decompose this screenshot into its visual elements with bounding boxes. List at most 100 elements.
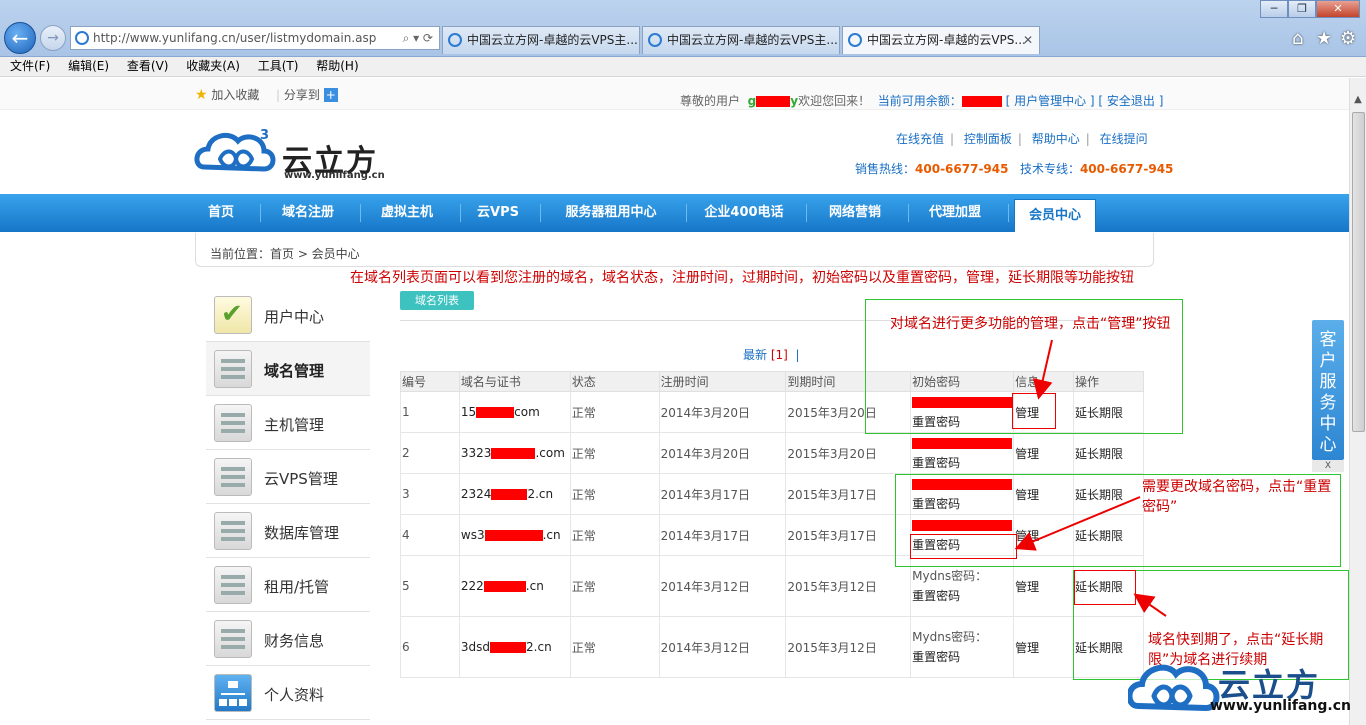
customer-service-label: 客户服务中心 bbox=[1319, 330, 1337, 455]
online-question-link[interactable]: 在线提问 bbox=[1100, 132, 1148, 146]
row-domain: 15 com bbox=[458, 391, 571, 433]
control-panel-link[interactable]: 控制面板 bbox=[964, 132, 1012, 146]
address-bar[interactable]: http://www.yunlifang.cn/user/listmydomai… bbox=[70, 26, 440, 50]
scroll-thumb[interactable] bbox=[1352, 112, 1365, 432]
browser-tab-3[interactable]: 中国云立方网-卓越的云VPS... ✕ bbox=[842, 26, 1040, 54]
browser-tab-2[interactable]: 中国云立方网-卓越的云VPS主... bbox=[642, 26, 840, 54]
pager-latest[interactable]: 最新 bbox=[743, 348, 767, 362]
balance-bracket: [ bbox=[1005, 94, 1011, 108]
manage-button[interactable]: 管理 bbox=[1013, 432, 1075, 474]
menu-view[interactable]: 查看(V) bbox=[127, 57, 169, 76]
user-center-link[interactable]: 用户管理中心 ] bbox=[1014, 94, 1095, 108]
menu-favorites[interactable]: 收藏夹(A) bbox=[186, 57, 240, 76]
menu-tools[interactable]: 工具(T) bbox=[258, 57, 299, 76]
welcome-text: 欢迎您回来！ bbox=[798, 94, 871, 108]
nav-online-marketing[interactable]: 网络营销 bbox=[808, 194, 902, 232]
favorites-star-icon[interactable]: ★ bbox=[1316, 28, 1332, 49]
row-exp-date: 2015年3月17日 bbox=[785, 514, 912, 556]
sidebar-item-vps-manage[interactable]: 云VPS管理 bbox=[206, 450, 370, 504]
add-favorite-label: 加入收藏 bbox=[211, 88, 260, 102]
customer-service-panel[interactable]: 客户服务中心 X bbox=[1312, 320, 1344, 472]
extend-term-button[interactable]: 延长期限 bbox=[1073, 432, 1144, 474]
tab-domain-list[interactable]: 域名列表 bbox=[400, 291, 474, 310]
maximize-button[interactable]: ❐ bbox=[1288, 0, 1316, 18]
menu-edit[interactable]: 编辑(E) bbox=[68, 57, 109, 76]
manage-button[interactable]: 管理 bbox=[1013, 616, 1075, 678]
reset-password-button[interactable]: 重置密码 bbox=[912, 586, 1013, 606]
nav-home[interactable]: 首页 bbox=[196, 194, 246, 232]
logout-link[interactable]: [ 安全退出 ] bbox=[1098, 94, 1163, 108]
reset-password-button[interactable]: 重置密码 bbox=[912, 647, 1013, 667]
nav-virtual-host[interactable]: 虚拟主机 bbox=[362, 194, 452, 232]
row-password: 重置密码 bbox=[910, 432, 1015, 474]
database-icon bbox=[214, 620, 252, 658]
menu-file[interactable]: 文件(F) bbox=[10, 57, 50, 76]
sidebar-item-finance[interactable]: 财务信息 bbox=[206, 612, 370, 666]
breadcrumb: 当前位置：首页 > 会员中心 bbox=[210, 247, 360, 261]
row-domain: 3323 .com bbox=[458, 432, 571, 474]
checkmark-icon: ✔ bbox=[214, 296, 252, 334]
sales-label: 销售热线： bbox=[855, 162, 916, 176]
member-sidebar: ✔ 用户中心 域名管理 主机管理 云VPS管理 数据库管理 租用/托管 财务信息… bbox=[206, 288, 370, 720]
row-reg-date: 2014年3月17日 bbox=[658, 514, 787, 556]
nav-server-rental[interactable]: 服务器租用中心 bbox=[542, 194, 680, 232]
redacted-domain bbox=[491, 489, 528, 500]
close-window-button[interactable]: ✕ bbox=[1316, 0, 1360, 18]
database-icon bbox=[214, 566, 252, 604]
redacted-domain bbox=[483, 581, 526, 592]
help-center-link[interactable]: 帮助中心 bbox=[1032, 132, 1080, 146]
home-icon[interactable]: ⌂ bbox=[1292, 28, 1303, 49]
row-status: 正常 bbox=[569, 514, 660, 556]
close-service-panel-button[interactable]: X bbox=[1312, 460, 1344, 472]
pagination: 最新 [1] | bbox=[743, 346, 800, 363]
page-scrollbar[interactable]: ▲ bbox=[1349, 78, 1366, 725]
minimize-button[interactable]: ─ bbox=[1260, 0, 1288, 18]
reset-password-button[interactable]: 重置密码 bbox=[912, 453, 1013, 473]
nav-member-center[interactable]: 会员中心 bbox=[1014, 199, 1096, 232]
close-tab-icon[interactable]: ✕ bbox=[1023, 27, 1033, 53]
row-domain: ws3 .cn bbox=[458, 514, 571, 556]
row-id: 2 bbox=[400, 432, 460, 474]
nav-400-phone[interactable]: 企业400电话 bbox=[688, 194, 800, 232]
address-tools-icon[interactable]: ⌕ ▾ ⟳ bbox=[403, 27, 433, 49]
sidebar-item-user-center[interactable]: ✔ 用户中心 bbox=[206, 288, 370, 342]
menu-help[interactable]: 帮助(H) bbox=[316, 57, 358, 76]
highlight-manage bbox=[1012, 393, 1056, 429]
row-status: 正常 bbox=[569, 391, 660, 433]
forward-button[interactable]: → bbox=[40, 25, 66, 51]
table-row: 2 3323 .com 正常 2014年3月20日 2015年3月20日 重置密码… bbox=[400, 432, 1144, 474]
nav-agent[interactable]: 代理加盟 bbox=[910, 194, 1000, 232]
row-reg-date: 2014年3月12日 bbox=[658, 555, 787, 617]
add-favorite-link[interactable]: ★ 加入收藏 bbox=[195, 86, 259, 103]
username-tail: y bbox=[790, 94, 799, 108]
sidebar-item-host-manage[interactable]: 主机管理 bbox=[206, 396, 370, 450]
redacted-domain bbox=[491, 448, 536, 459]
sidebar-item-rental-hosting[interactable]: 租用/托管 bbox=[206, 558, 370, 612]
row-id: 6 bbox=[400, 616, 460, 678]
highlight-reset-password bbox=[910, 534, 1017, 559]
gear-icon[interactable]: ⚙ bbox=[1340, 28, 1356, 49]
database-icon bbox=[214, 458, 252, 496]
redacted-domain bbox=[476, 407, 515, 418]
scroll-up-icon[interactable]: ▲ bbox=[1352, 94, 1364, 106]
main-nav: 首页 域名注册 虚拟主机 云VPS 服务器租用中心 企业400电话 网络营销 代… bbox=[0, 194, 1349, 232]
sidebar-item-domain-manage[interactable]: 域名管理 bbox=[206, 342, 370, 396]
nav-cloud-vps[interactable]: 云VPS bbox=[462, 194, 534, 232]
share-link[interactable]: | 分享到 + bbox=[276, 86, 338, 103]
greeting-prefix: 尊敬的用户 bbox=[680, 94, 741, 108]
recharge-link[interactable]: 在线充值 bbox=[896, 132, 944, 146]
browser-tab-1[interactable]: 中国云立方网-卓越的云VPS主... bbox=[442, 26, 640, 54]
database-icon bbox=[214, 350, 252, 388]
row-status: 正常 bbox=[569, 473, 660, 515]
row-reg-date: 2014年3月12日 bbox=[658, 616, 787, 678]
row-exp-date: 2015年3月12日 bbox=[785, 555, 912, 617]
back-button[interactable]: ← bbox=[4, 22, 36, 54]
highlight-extend-term bbox=[1074, 570, 1136, 605]
sidebar-item-database-manage[interactable]: 数据库管理 bbox=[206, 504, 370, 558]
star-icon: ★ bbox=[195, 87, 208, 103]
plus-icon: + bbox=[323, 88, 338, 102]
org-chart-icon bbox=[214, 674, 252, 712]
pager-page-1[interactable]: [1] bbox=[771, 348, 788, 362]
sidebar-item-profile[interactable]: 个人资料 bbox=[206, 666, 370, 720]
nav-domain-register[interactable]: 域名注册 bbox=[262, 194, 354, 232]
